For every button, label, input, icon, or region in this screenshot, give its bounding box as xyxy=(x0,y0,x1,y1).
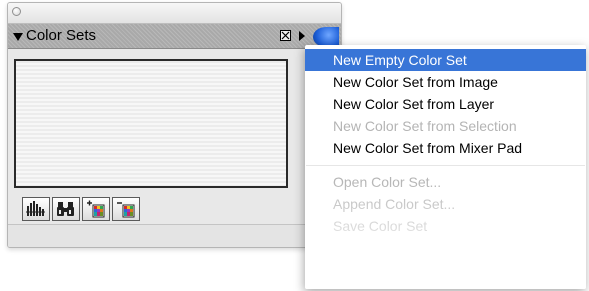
collapse-triangle-icon[interactable] xyxy=(13,33,23,41)
tab-close-button[interactable] xyxy=(280,30,291,41)
palette-close-button[interactable] xyxy=(12,7,21,16)
palette-toolbar xyxy=(22,197,140,221)
remove-swatch-button[interactable] xyxy=(112,197,140,221)
color-sets-palette: Color Sets xyxy=(7,2,342,248)
remove-swatch-icon xyxy=(117,202,135,218)
menu-item-open-color-set: Open Color Set... xyxy=(333,174,442,190)
palette-body xyxy=(8,49,341,247)
screen: Color Sets New Empty Color Set New Color… xyxy=(0,0,589,291)
menu-item-new-empty-color-set[interactable]: New Empty Color Set xyxy=(305,49,586,71)
menu-item-new-color-set-from-selection: New Color Set from Selection xyxy=(333,118,517,134)
color-set-list[interactable] xyxy=(14,59,288,188)
add-swatch-button[interactable] xyxy=(82,197,110,221)
menu-list: New Empty Color Set New Color Set from I… xyxy=(305,49,586,237)
menu-item-save-color-set: Save Color Set xyxy=(333,218,428,234)
palette-options-menu: New Empty Color Set New Color Set from I… xyxy=(305,45,586,289)
palette-statusbar xyxy=(8,224,341,247)
add-swatch-icon xyxy=(87,200,105,218)
menu-arrow-icon[interactable] xyxy=(299,31,305,41)
binoculars-icon xyxy=(57,202,74,216)
find-color-button[interactable] xyxy=(52,197,80,221)
menu-item-new-color-set-from-mixer-pad[interactable]: New Color Set from Mixer Pad xyxy=(305,137,586,159)
palette-tab[interactable]: Color Sets xyxy=(8,24,341,49)
menu-separator xyxy=(305,159,586,171)
color-bars-icon xyxy=(26,201,45,216)
menu-item-new-color-set-from-layer[interactable]: New Color Set from Layer xyxy=(305,93,586,115)
palette-title: Color Sets xyxy=(26,27,97,44)
color-bars-button[interactable] xyxy=(22,197,50,221)
menu-item-new-color-set-from-image[interactable]: New Color Set from Image xyxy=(305,71,586,93)
close-x-icon xyxy=(281,31,290,40)
menu-item-append-color-set: Append Color Set... xyxy=(333,196,456,212)
palette-titlebar xyxy=(8,3,341,24)
palette-menu-button[interactable] xyxy=(313,27,339,47)
